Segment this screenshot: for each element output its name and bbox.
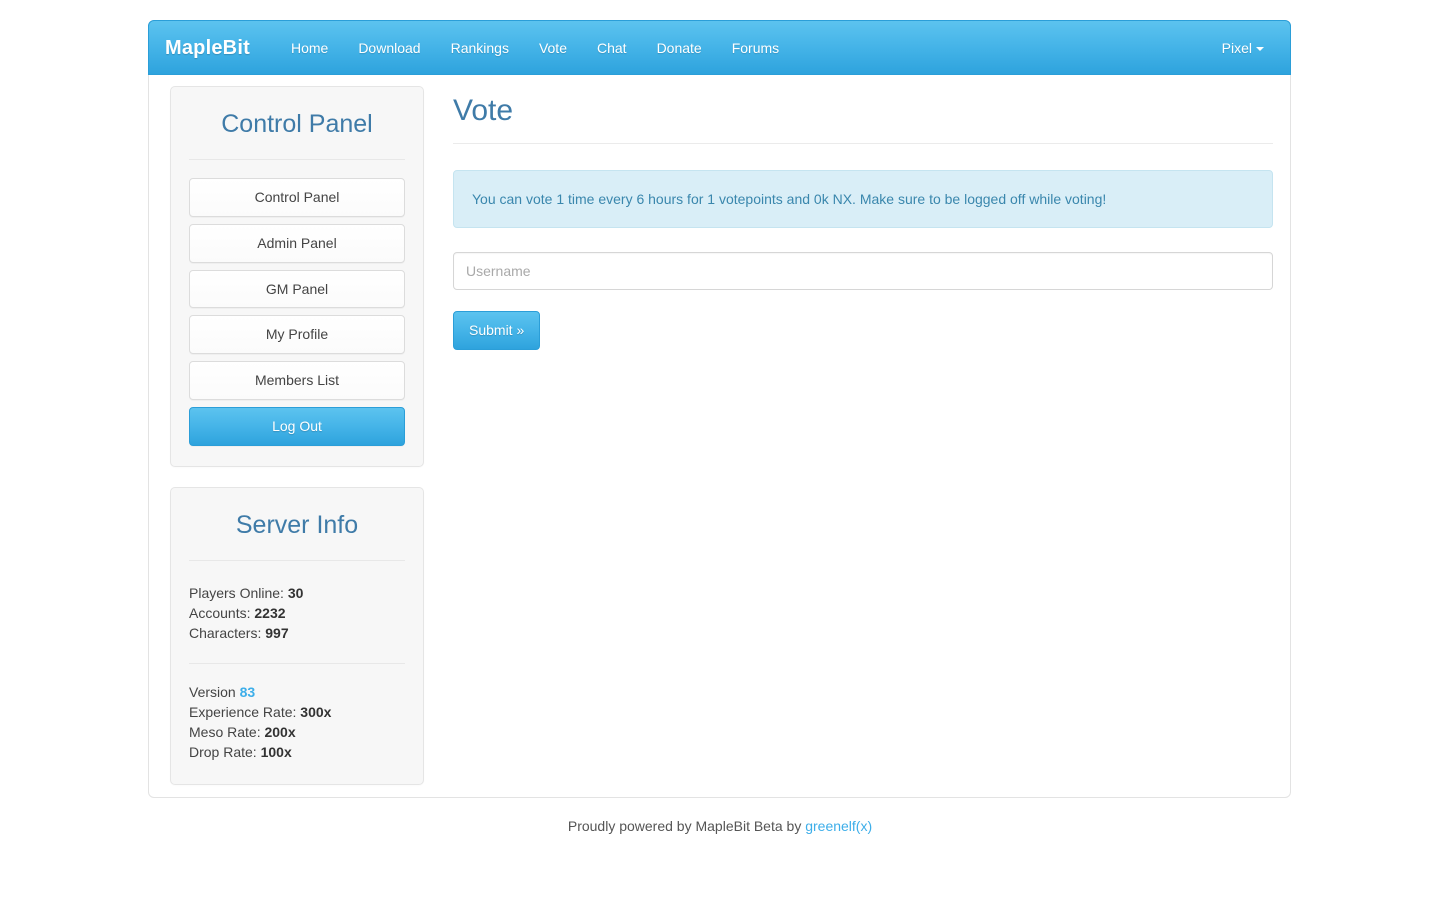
stat-drop-rate-label: Drop Rate: [189,743,257,760]
server-stats-group: Players Online: 30 Accounts: 2232 Charac… [189,579,405,645]
stat-meso-rate-value: 200x [264,723,296,740]
user-menu[interactable]: Pixel [1214,32,1272,64]
chevron-down-icon [1256,46,1264,51]
stat-accounts-label: Accounts: [189,604,251,621]
sidebar-item-log-out[interactable]: Log Out [189,406,405,446]
content-row: Control Panel Control Panel Admin Panel … [148,75,1291,798]
navbar-right: Pixel [1214,32,1272,64]
username-input[interactable] [453,252,1273,291]
server-info-body: Players Online: 30 Accounts: 2232 Charac… [171,561,423,784]
nav-link-forums[interactable]: Forums [717,32,794,64]
navbar-inner: MapleBit Home Download Rankings Vote Cha… [149,21,1290,74]
stat-experience-rate-label: Experience Rate: [189,703,297,720]
stat-characters: Characters: 997 [189,623,405,643]
nav-link-donate[interactable]: Donate [642,32,717,64]
control-panel-title: Control Panel [221,110,373,138]
stat-players-online: Players Online: 30 [189,583,405,603]
stat-characters-label: Characters: [189,624,262,641]
sidebar-item-members-list[interactable]: Members List [189,361,405,400]
sidebar-item-gm-panel[interactable]: GM Panel [189,269,405,309]
stat-accounts-value: 2232 [254,604,286,621]
brand-logo[interactable]: MapleBit [165,38,250,58]
stat-meso-rate-label: Meso Rate: [189,723,261,740]
stat-meso-rate: Meso Rate: 200x [189,722,405,742]
server-info-card: Server Info Players Online: 30 Accounts:… [170,486,424,785]
server-info-title: Server Info [235,510,359,539]
stat-experience-rate-value: 300x [300,703,332,720]
submit-button[interactable]: Submit » [453,311,541,350]
title-divider [453,143,1273,144]
vote-info-alert: You can vote 1 time every 6 hours for 1 … [453,170,1273,229]
stat-accounts: Accounts: 2232 [189,603,405,623]
stat-drop-rate: Drop Rate: 100x [189,742,405,762]
sidebar: Control Panel Control Panel Admin Panel … [170,86,424,805]
stat-characters-value: 997 [265,624,289,641]
stat-drop-rate-value: 100x [260,743,292,760]
page-title: Vote [453,94,514,127]
sidebar-item-admin-panel[interactable]: Admin Panel [189,223,405,263]
nav-link-vote[interactable]: Vote [524,32,582,64]
nav-link-home[interactable]: Home [276,32,343,64]
sidebar-item-my-profile[interactable]: My Profile [189,315,405,355]
user-menu-label: Pixel [1221,39,1252,56]
server-rates-group: Version 83 Experience Rate: 300x Meso Ra… [189,682,405,764]
stat-experience-rate: Experience Rate: 300x [189,702,405,722]
footer: Proudly powered by MapleBit Beta by gree… [0,818,1440,834]
top-navbar: MapleBit Home Download Rankings Vote Cha… [148,20,1291,75]
stat-version: Version 83 [189,682,405,702]
nav-link-chat[interactable]: Chat [582,32,642,64]
stat-version-value: 83 [239,683,256,700]
control-panel-body: Control Panel Admin Panel GM Panel My Pr… [171,160,423,466]
nav-links: Home Download Rankings Vote Chat Donate … [276,32,1214,64]
stat-players-online-label: Players Online: [189,584,284,601]
control-panel-card: Control Panel Control Panel Admin Panel … [170,86,424,467]
footer-text: Proudly powered by MapleBit Beta by [567,818,806,834]
page-root: MapleBit Home Download Rankings Vote Cha… [0,0,1440,900]
nav-link-rankings[interactable]: Rankings [436,32,524,64]
sidebar-item-control-panel[interactable]: Control Panel [189,178,405,217]
stat-version-label: Version [189,683,236,700]
main-content: Vote You can vote 1 time every 6 hours f… [453,75,1273,350]
footer-author-link[interactable]: greenelf(x) [805,818,872,834]
server-info-separator [189,662,405,664]
nav-link-download[interactable]: Download [343,32,435,64]
stat-players-online-value: 30 [287,584,304,601]
